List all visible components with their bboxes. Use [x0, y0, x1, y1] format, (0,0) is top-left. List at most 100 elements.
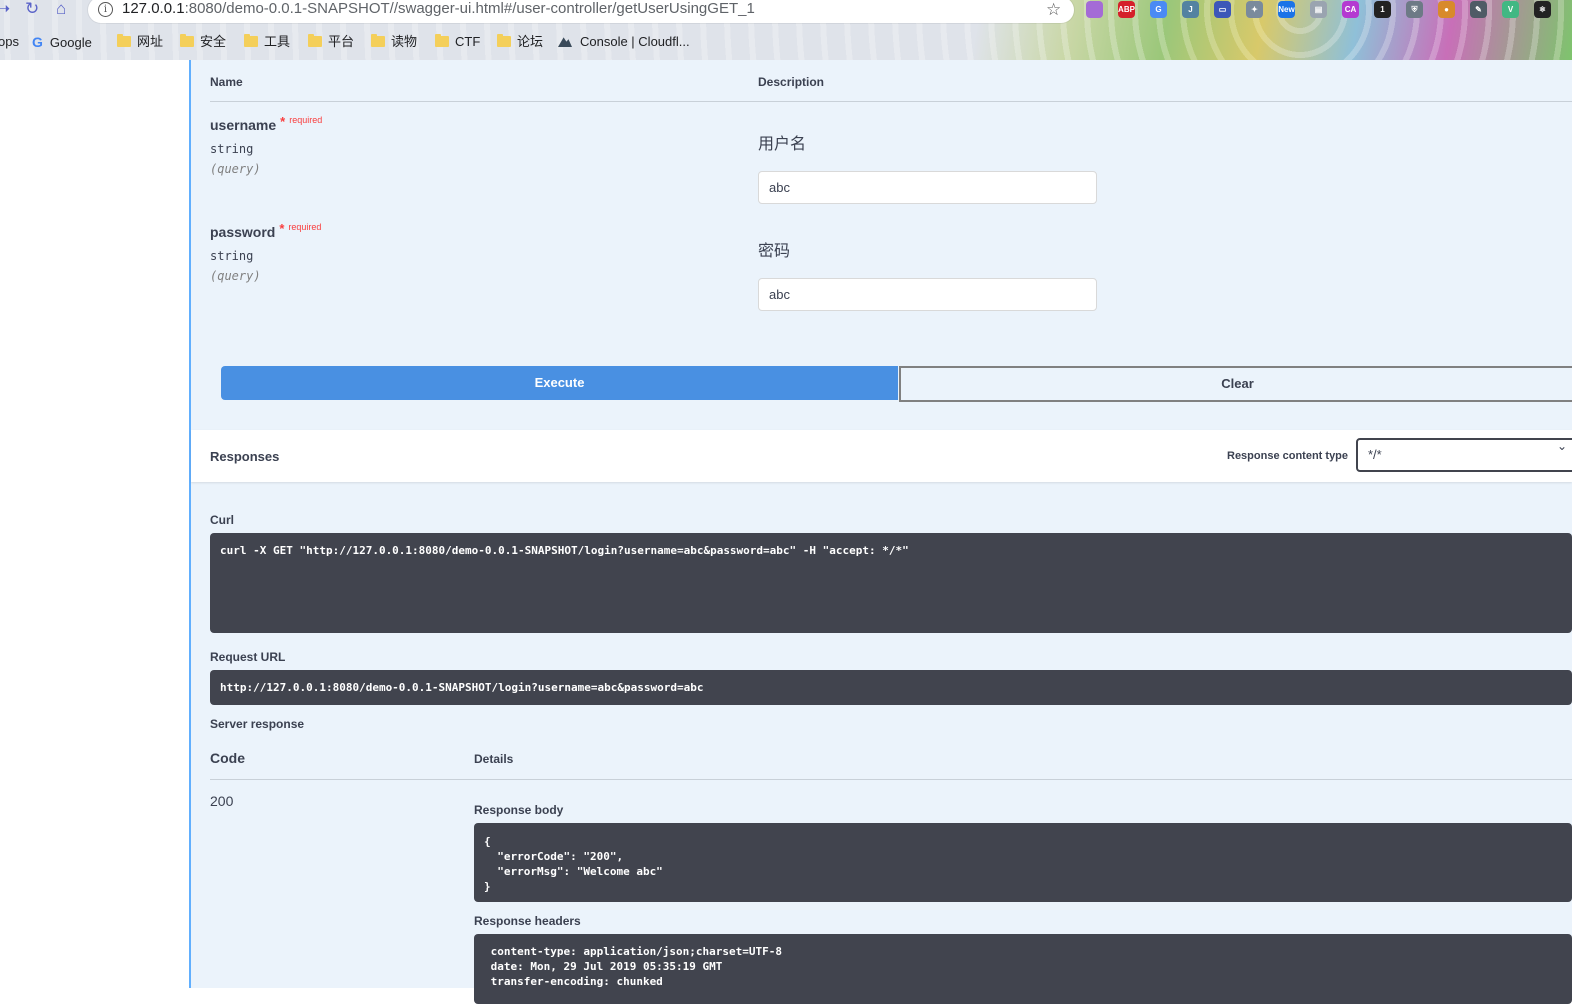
response-headers-label: Response headers — [474, 914, 581, 928]
adblock-plus-icon[interactable]: ABP — [1118, 1, 1135, 18]
bookmark-label: ops — [0, 34, 19, 49]
back-arrow-icon[interactable]: ➝ — [0, 0, 10, 20]
react-icon[interactable]: ⚛ — [1534, 1, 1551, 18]
param-name-text: username — [210, 117, 277, 133]
info-icon[interactable]: i — [98, 2, 113, 17]
required-label: required — [289, 115, 323, 125]
details-header: Details — [474, 752, 514, 766]
folder-icon — [371, 34, 385, 47]
bookmark-label: 论坛 — [517, 34, 544, 49]
bookmark-star-icon[interactable]: ☆ — [1046, 0, 1061, 20]
notification-icon[interactable]: 1 — [1374, 1, 1391, 18]
bookmark-label: CTF — [455, 34, 481, 49]
card-icon[interactable]: ▤ — [1310, 1, 1327, 18]
content-type-value: */* — [1368, 447, 1382, 462]
bookmark-item[interactable]: 读物 — [371, 33, 417, 51]
request-url-block[interactable]: http://127.0.0.1:8080/demo-0.0.1-SNAPSHO… — [210, 670, 1572, 705]
ca-icon[interactable]: CA — [1342, 1, 1359, 18]
response-headers-block[interactable]: content-type: application/json;charset=U… — [474, 934, 1572, 1004]
response-headers-text: content-type: application/json;charset=U… — [490, 945, 783, 988]
param-username-description: 用户名 — [758, 136, 807, 153]
folder-icon — [244, 34, 258, 47]
execute-wrapper: Execute Clear — [219, 362, 1572, 404]
execute-button[interactable]: Execute — [221, 366, 898, 400]
bookmark-label: 平台 — [328, 34, 355, 49]
curl-block[interactable]: curl -X GET "http://127.0.0.1:8080/demo-… — [210, 533, 1572, 633]
browser-chrome: ➝ ↻ ⌂ i 127.0.0.1:8080/demo-0.0.1-SNAPSH… — [0, 0, 1572, 60]
response-code: 200 — [210, 793, 234, 809]
circle-ext-icon[interactable] — [1086, 1, 1103, 18]
url-text[interactable]: 127.0.0.1:8080/demo-0.0.1-SNAPSHOT//swag… — [122, 0, 755, 17]
url-path: :8080/demo-0.0.1-SNAPSHOT//swagger-ui.ht… — [184, 0, 755, 17]
folder-icon — [180, 34, 194, 47]
request-url-text: http://127.0.0.1:8080/demo-0.0.1-SNAPSHO… — [220, 681, 704, 694]
bookmark-label: 读物 — [391, 34, 418, 49]
chevron-down-icon[interactable]: ⌄ — [1557, 439, 1567, 453]
bookmark-item[interactable]: CTF — [435, 33, 480, 51]
server-response-label: Server response — [210, 717, 305, 731]
required-star: * — [280, 114, 286, 129]
shield-icon[interactable]: ⛨ — [1406, 1, 1423, 18]
params-header-description: Description — [758, 75, 825, 89]
params-header-name: Name — [210, 75, 243, 89]
operation-body: Name Description username * required strin… — [191, 60, 1572, 1004]
bookmark-item[interactable]: 平台 — [308, 33, 354, 51]
response-body-block[interactable]: { "errorCode": "200", "errorMsg": "Welco… — [474, 823, 1572, 902]
address-bar[interactable]: i 127.0.0.1:8080/demo-0.0.1-SNAPSHOT//sw… — [88, 0, 1074, 23]
bookmark-label: Google — [49, 35, 92, 50]
response-body-label: Response body — [474, 803, 564, 817]
cookie-icon[interactable]: ● — [1438, 1, 1455, 18]
bookmark-item[interactable]: 网址 — [117, 33, 163, 51]
content-type-label: Response content type — [1227, 450, 1349, 462]
request-url-label: Request URL — [210, 650, 286, 664]
param-password-type: string — [210, 249, 254, 263]
left-pane — [0, 60, 189, 988]
params-header-divider — [210, 101, 1572, 102]
responses-header: Responses Response content type */* ⌄ — [191, 430, 1572, 482]
site-icon — [558, 37, 572, 47]
folder-icon — [435, 34, 449, 47]
bookmark-item[interactable]: 论坛 — [497, 33, 543, 51]
reload-icon[interactable]: ↻ — [25, 0, 39, 20]
code-header: Code — [210, 750, 245, 766]
vue-icon[interactable]: V — [1502, 1, 1519, 18]
responses-title: Responses — [210, 449, 280, 464]
bookmark-label: 工具 — [264, 34, 291, 49]
bookmark-label: 安全 — [200, 34, 227, 49]
url-host: 127.0.0.1 — [122, 0, 185, 17]
java-icon[interactable]: J — [1182, 1, 1199, 18]
username-input[interactable]: abc — [758, 171, 1097, 204]
bookmark-label: 网址 — [137, 34, 164, 49]
curl-command: curl -X GET "http://127.0.0.1:8080/demo-… — [220, 544, 909, 557]
new-badge-icon[interactable]: New — [1278, 1, 1295, 18]
param-password-description: 密码 — [758, 243, 791, 260]
password-input[interactable]: abc — [758, 278, 1097, 311]
content-type-select[interactable]: */* — [1356, 438, 1572, 472]
folder-icon — [497, 34, 511, 47]
response-body-text: { "errorCode": "200", "errorMsg": "Welco… — [484, 835, 663, 893]
home-icon[interactable]: ⌂ — [56, 0, 66, 20]
param-password-in: (query) — [210, 269, 261, 283]
folder-icon — [308, 34, 322, 47]
clear-button[interactable]: Clear — [899, 366, 1572, 402]
required-star: * — [279, 221, 285, 236]
param-name-text: password — [210, 224, 276, 240]
curl-label: Curl — [210, 513, 234, 527]
param-username-type: string — [210, 142, 254, 156]
param-username-name: username * required — [210, 114, 323, 133]
bookmark-item[interactable]: 工具 — [244, 33, 290, 51]
bookmark-item[interactable]: G Google — [32, 33, 92, 51]
bookmark-item[interactable]: 安全 — [180, 33, 226, 51]
bookmark-item[interactable]: ops — [0, 33, 19, 51]
param-username-in: (query) — [210, 162, 261, 176]
response-table-divider — [210, 779, 1572, 780]
required-label: required — [288, 222, 322, 232]
google-icon: G — [32, 34, 43, 50]
pen-icon[interactable]: ✎ — [1470, 1, 1487, 18]
window-icon[interactable]: ▭ — [1214, 1, 1231, 18]
google-translate-icon[interactable]: G — [1150, 1, 1167, 18]
param-password-name: password * required — [210, 221, 322, 240]
puzzle-icon[interactable]: ✦ — [1246, 1, 1263, 18]
folder-icon — [117, 34, 131, 47]
bookmark-item[interactable]: Console | Cloudfl... — [558, 33, 690, 51]
